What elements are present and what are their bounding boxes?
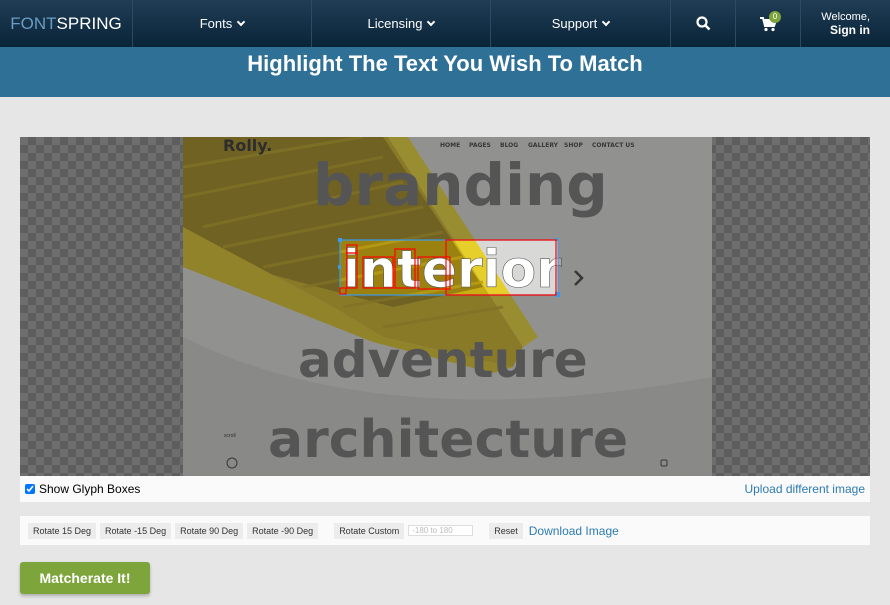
- matcherate-button[interactable]: Matcherate It!: [20, 562, 150, 594]
- rotate-90-button[interactable]: Rotate 90 Deg: [175, 522, 244, 539]
- rotate-custom-button[interactable]: Rotate Custom: [334, 522, 405, 539]
- nav-support[interactable]: Support: [491, 0, 671, 47]
- nav-label: Licensing: [367, 16, 423, 31]
- show-glyph-boxes-checkbox[interactable]: [25, 484, 35, 494]
- nav-label: Fonts: [199, 16, 233, 31]
- sign-in-text: Sign in: [830, 22, 870, 37]
- cart-button[interactable]: 0: [736, 0, 801, 47]
- nav-label: Support: [551, 16, 598, 31]
- rotate-15-button[interactable]: Rotate 15 Deg: [28, 522, 97, 539]
- top-nav: FONT SPRING Fonts Licensing Support 0 Wel…: [0, 0, 890, 47]
- rotate-toolbar: Rotate 15 Deg Rotate -15 Deg Rotate 90 D…: [20, 516, 870, 545]
- title-band: Highlight The Text You Wish To Match: [0, 47, 890, 97]
- search-icon: [695, 16, 710, 31]
- chevron-down-icon: [427, 17, 436, 26]
- image-canvas[interactable]: Rolly. HOME PAGES BLOG GALLERY SHOP CONT…: [20, 137, 870, 476]
- options-bar: Show Glyph Boxes Upload different image: [20, 476, 870, 502]
- upload-different-image-link[interactable]: Upload different image: [744, 482, 865, 496]
- show-glyph-boxes-label[interactable]: Show Glyph Boxes: [39, 482, 140, 496]
- logo-text-bold: SPRING: [56, 13, 122, 33]
- search-button[interactable]: [671, 0, 736, 47]
- nav-fonts[interactable]: Fonts: [133, 0, 312, 47]
- nav-licensing[interactable]: Licensing: [312, 0, 491, 47]
- reset-button[interactable]: Reset: [489, 522, 523, 539]
- rotate-minus-15-button[interactable]: Rotate -15 Deg: [100, 522, 172, 539]
- fontspring-logo[interactable]: FONT SPRING: [0, 0, 133, 47]
- chevron-down-icon: [237, 17, 246, 26]
- sign-in-link[interactable]: Welcome, Sign in: [801, 0, 890, 47]
- chevron-down-icon: [602, 17, 611, 26]
- download-image-link[interactable]: Download Image: [529, 524, 619, 538]
- rotate-minus-90-button[interactable]: Rotate -90 Deg: [247, 522, 319, 539]
- uploaded-image[interactable]: Rolly. HOME PAGES BLOG GALLERY SHOP CONT…: [183, 137, 712, 476]
- welcome-text: Welcome,: [821, 10, 870, 23]
- cart-count-badge: 0: [769, 11, 781, 23]
- rotate-custom-input[interactable]: -180 to 180: [408, 525, 474, 536]
- page-title: Highlight The Text You Wish To Match: [247, 51, 643, 76]
- logo-text: FONT: [10, 13, 57, 33]
